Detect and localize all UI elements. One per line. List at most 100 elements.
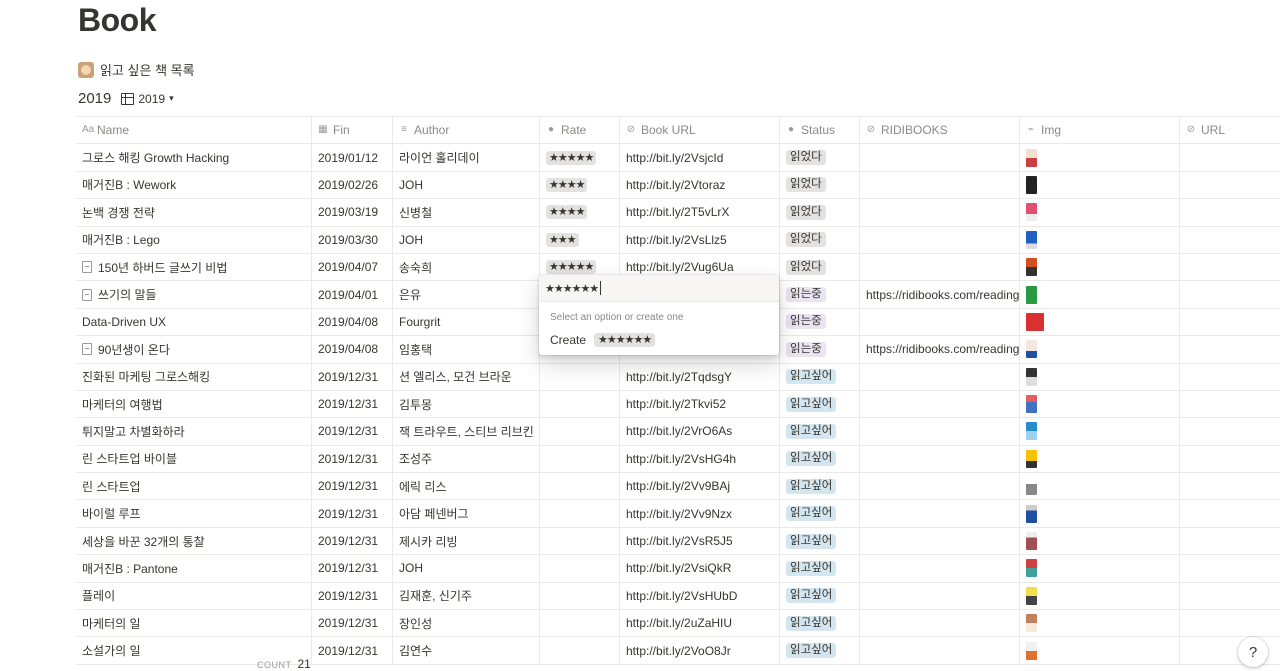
ridibooks-cell[interactable] [860,390,1020,418]
author-cell[interactable]: 김연수 [393,637,540,664]
book-url-cell[interactable]: http://bit.ly/2VsLlz5 [620,226,780,253]
img-cell[interactable] [1020,226,1180,253]
img-cell[interactable] [1020,637,1180,664]
img-cell[interactable] [1020,418,1180,445]
img-cell[interactable] [1020,445,1180,473]
img-cell[interactable] [1020,281,1180,308]
book-cover-thumbnail[interactable] [1026,641,1037,660]
name-cell[interactable]: 플레이 [76,582,312,610]
status-cell[interactable]: 읽었다 [780,171,860,199]
book-cover-thumbnail[interactable] [1026,449,1037,468]
name-cell[interactable]: 마케터의 여행법 [76,390,312,418]
name-cell[interactable]: 바이럴 루프 [76,500,312,527]
book-url-cell[interactable]: http://bit.ly/2Vv9BAj [620,473,780,500]
ridibooks-cell[interactable] [860,473,1020,500]
fin-cell[interactable]: 2019/12/31 [312,445,393,473]
author-cell[interactable]: JOH [393,171,540,199]
author-cell[interactable]: JOH [393,226,540,253]
book-cover-thumbnail[interactable] [1026,586,1037,605]
ridibooks-cell[interactable] [860,610,1020,637]
book-cover-thumbnail[interactable] [1026,422,1037,441]
url-cell[interactable] [1180,555,1280,581]
ridibooks-cell[interactable] [860,199,1020,226]
img-cell[interactable] [1020,144,1180,171]
table-row[interactable]: 튀지말고 차별화하라 2019/12/31 잭 트라우트, 스티브 리브킨 http:… [76,418,1280,446]
book-cover-thumbnail[interactable] [1026,203,1037,222]
rate-cell[interactable] [540,610,620,637]
rate-cell[interactable] [540,582,620,610]
status-cell[interactable]: 읽고싶어 [780,555,860,582]
fin-cell[interactable]: 2019/04/07 [312,253,393,281]
book-cover-thumbnail[interactable] [1026,285,1037,304]
img-cell[interactable] [1020,473,1180,500]
help-button[interactable]: ? [1238,637,1268,667]
fin-cell[interactable]: 2019/04/01 [312,281,393,308]
table-row[interactable]: 마케터의 일 2019/12/31 장인성 http://bit.ly/2uZaHIU… [76,610,1280,638]
book-url-cell[interactable]: http://bit.ly/2T5vLrX [620,199,780,226]
name-cell[interactable]: 마케터의 일 [76,610,312,637]
author-cell[interactable]: 션 엘리스, 모건 브라운 [393,363,540,390]
name-cell[interactable]: 90년생이 온다 [76,336,312,363]
column-header-url[interactable]: ⊘ URL [1180,117,1280,143]
column-header-name[interactable]: Aa Name [76,117,312,144]
fin-cell[interactable]: 2019/04/08 [312,308,393,336]
fin-cell[interactable]: 2019/12/31 [312,500,393,527]
view-switcher[interactable]: 2019 ▾ [121,92,174,106]
ridibooks-cell[interactable] [860,500,1020,527]
name-cell[interactable]: 린 스타트업 [76,473,312,500]
rate-cell[interactable] [540,527,620,555]
name-cell[interactable]: 논백 경쟁 전략 [76,199,312,226]
name-cell[interactable]: 매거진B : Wework [76,171,312,199]
book-url-cell[interactable]: http://bit.ly/2VsR5J5 [620,527,780,555]
status-cell[interactable]: 읽고싶어 [780,582,860,610]
name-cell[interactable]: 진화된 마케팅 그로스해킹 [76,363,312,390]
ridibooks-cell[interactable] [860,308,1020,336]
ridibooks-cell[interactable] [860,582,1020,610]
status-cell[interactable]: 읽었다 [780,253,860,281]
rate-cell[interactable] [540,473,620,500]
img-cell[interactable] [1020,336,1180,363]
fin-cell[interactable]: 2019/12/31 [312,390,393,418]
url-cell[interactable] [1180,418,1280,444]
table-row[interactable]: 매거진B : Lego 2019/03/30 JOH ★★★ http://bit.ly… [76,226,1280,254]
column-header-status[interactable]: ● Status [780,117,860,144]
author-cell[interactable]: 잭 트라우트, 스티브 리브킨 [393,418,540,445]
author-cell[interactable]: 은유 [393,281,540,308]
name-cell[interactable]: 세상을 바꾼 32개의 통찰 [76,527,312,555]
author-cell[interactable]: 라이언 홀리데이 [393,144,540,171]
book-cover-thumbnail[interactable] [1026,559,1037,578]
author-cell[interactable]: 에릭 리스 [393,473,540,500]
status-cell[interactable]: 읽는중 [780,336,860,363]
column-header-ridibooks[interactable]: ⊘ RIDIBOOKS [860,117,1020,144]
book-url-cell[interactable]: http://bit.ly/2Vtoraz [620,171,780,199]
column-header-book-url[interactable]: ⊘ Book URL [620,117,780,144]
name-cell[interactable]: 매거진B : Lego [76,226,312,253]
fin-cell[interactable]: 2019/03/30 [312,226,393,253]
rate-cell[interactable]: ★★★ [540,226,620,253]
ridibooks-cell[interactable] [860,445,1020,473]
url-cell[interactable] [1180,309,1280,335]
status-cell[interactable]: 읽는중 [780,308,860,336]
img-cell[interactable] [1020,253,1180,281]
table-row[interactable]: 그로스 해킹 Growth Hacking 2019/01/12 라이언 홀리데이 ★… [76,144,1280,172]
column-header-img[interactable]: ⌁ Img [1020,117,1180,144]
name-cell[interactable]: 매거진B : Pantone [76,555,312,582]
rate-cell[interactable] [540,418,620,445]
book-cover-thumbnail[interactable] [1026,340,1037,359]
rate-cell[interactable] [540,390,620,418]
img-cell[interactable] [1020,363,1180,390]
url-cell[interactable] [1180,500,1280,526]
fin-cell[interactable]: 2019/03/19 [312,199,393,226]
book-cover-thumbnail[interactable] [1026,367,1037,386]
column-header-author[interactable]: ≡ Author [393,117,540,144]
status-cell[interactable]: 읽고싶어 [780,637,860,664]
name-cell[interactable]: 쓰기의 말들 [76,281,312,308]
fin-cell[interactable]: 2019/12/31 [312,555,393,582]
book-cover-thumbnail[interactable] [1026,258,1037,277]
url-cell[interactable] [1180,336,1280,362]
rate-cell[interactable]: ★★★★ [540,199,620,226]
rate-cell[interactable] [540,637,620,664]
create-option-button[interactable]: Create ★★★★★★ [539,329,779,351]
url-cell[interactable] [1180,254,1280,280]
status-cell[interactable]: 읽고싶어 [780,445,860,473]
